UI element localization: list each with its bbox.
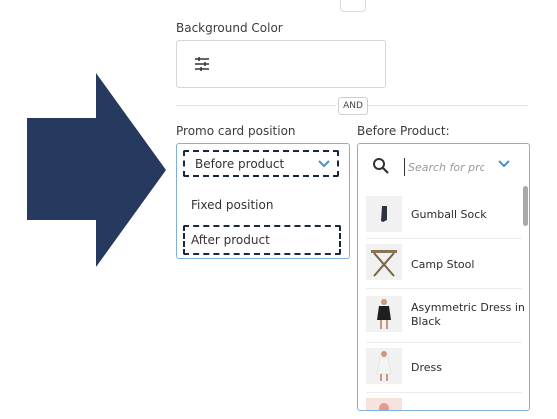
product-name: Dress: [411, 361, 442, 374]
product-picker[interactable]: Gumball Sock Camp Stool Asymmetric Dress…: [357, 143, 530, 411]
selected-option-label: Before product: [195, 157, 285, 171]
option-after-product-label: After product: [191, 233, 270, 247]
option-after-product[interactable]: After product: [183, 225, 341, 255]
product-thumbnail: [366, 196, 402, 232]
product-thumbnail: [366, 398, 402, 410]
chevron-down-icon: [318, 160, 330, 168]
product-item[interactable]: Camp Stool: [366, 240, 522, 289]
product-item[interactable]: Asymmetric Dress in Black: [366, 290, 525, 343]
product-item[interactable]: Gumball Sock: [366, 194, 522, 239]
product-name: Camp Stool: [411, 258, 475, 271]
sliders-icon: [195, 57, 209, 71]
dropdown-selected-option[interactable]: Before product: [183, 150, 339, 177]
before-product-label: Before Product:: [357, 124, 450, 138]
chevron-down-icon[interactable]: [498, 160, 510, 168]
background-color-picker[interactable]: [176, 40, 386, 88]
annotation-arrow-icon: [27, 73, 166, 267]
product-thumbnail: [366, 244, 402, 280]
product-thumbnail: [366, 296, 402, 332]
divider-line-right: [368, 105, 528, 106]
product-search-row: [358, 144, 529, 190]
product-search-input[interactable]: [404, 158, 484, 176]
product-thumbnail: [366, 348, 402, 384]
background-color-label: Background Color: [176, 21, 283, 35]
and-divider-badge: AND: [338, 97, 368, 115]
product-item[interactable]: [366, 394, 522, 410]
divider-line-left: [176, 105, 336, 106]
search-icon: [373, 158, 389, 174]
product-item[interactable]: Dress: [366, 344, 522, 393]
top-control-edge[interactable]: [340, 0, 366, 12]
promo-card-position-label: Promo card position: [176, 124, 296, 138]
promo-card-position-dropdown[interactable]: Before product Fixed position After prod…: [176, 143, 350, 259]
product-name: Gumball Sock: [411, 208, 487, 221]
option-fixed-position[interactable]: Fixed position: [191, 198, 273, 212]
product-name: Asymmetric Dress in Black: [411, 301, 525, 328]
